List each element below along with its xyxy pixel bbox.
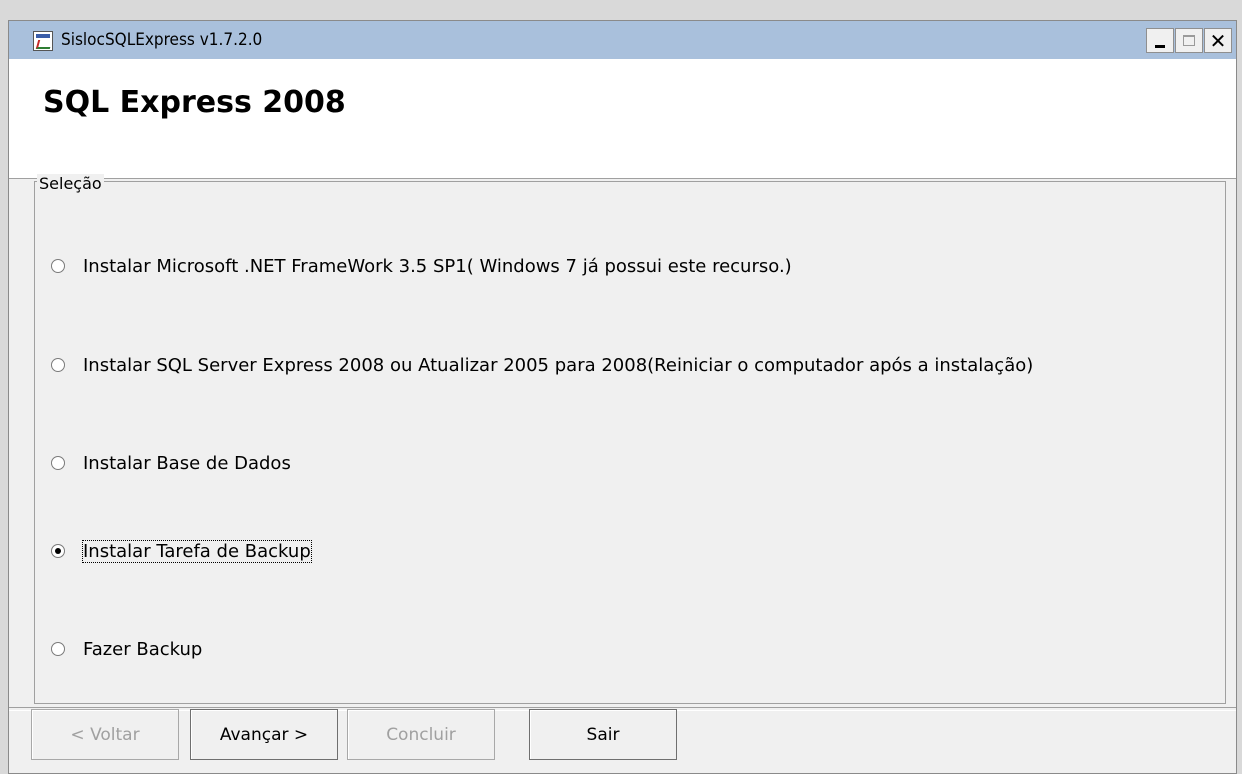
next-button-label: Avançar > — [219, 724, 309, 745]
exit-button[interactable]: Sair — [529, 709, 677, 760]
option-label: Instalar SQL Server Express 2008 ou Atua… — [83, 354, 1034, 376]
minimize-button[interactable] — [1146, 28, 1174, 53]
option-install-database[interactable]: Instalar Base de Dados — [51, 450, 291, 476]
radio-install-database[interactable] — [51, 456, 65, 470]
exit-button-label: Sair — [586, 724, 620, 745]
page-title: SQL Express 2008 — [43, 85, 346, 120]
back-button[interactable]: < Voltar — [31, 709, 179, 760]
close-button[interactable]: ✕ — [1204, 28, 1232, 53]
option-do-backup[interactable]: Fazer Backup — [51, 636, 202, 662]
option-label: Fazer Backup — [83, 638, 203, 660]
next-button[interactable]: Avançar > — [190, 709, 338, 760]
minimize-icon — [1155, 45, 1165, 48]
close-icon: ✕ — [1209, 28, 1227, 53]
maximize-button[interactable] — [1175, 28, 1203, 53]
title-bar[interactable]: SislocSQLExpress v1.7.2.0 ✕ — [9, 21, 1236, 60]
option-install-dotnet[interactable]: Instalar Microsoft .NET FrameWork 3.5 SP… — [51, 253, 792, 279]
finish-button-label: Concluir — [386, 724, 456, 745]
window-title: SislocSQLExpress v1.7.2.0 — [61, 30, 263, 50]
selection-group-label: Seleção — [37, 174, 104, 193]
option-install-sqlserver[interactable]: Instalar SQL Server Express 2008 ou Atua… — [51, 352, 1033, 378]
radio-install-sqlserver[interactable] — [51, 358, 65, 372]
radio-install-dotnet[interactable] — [51, 259, 65, 273]
back-button-label: < Voltar — [70, 724, 140, 745]
installer-window: SislocSQLExpress v1.7.2.0 ✕ SQL Express … — [8, 20, 1237, 774]
maximize-icon — [1183, 35, 1195, 46]
finish-button[interactable]: Concluir — [347, 709, 495, 760]
option-label: Instalar Microsoft .NET FrameWork 3.5 SP… — [83, 255, 792, 277]
option-label: Instalar Base de Dados — [83, 452, 291, 474]
header-panel: SQL Express 2008 — [9, 59, 1236, 179]
option-install-backup-task[interactable]: Instalar Tarefa de Backup — [51, 538, 312, 564]
app-icon[interactable] — [33, 31, 53, 51]
option-label: Instalar Tarefa de Backup — [82, 539, 312, 563]
radio-install-backup-task[interactable] — [51, 544, 65, 558]
radio-do-backup[interactable] — [51, 642, 65, 656]
